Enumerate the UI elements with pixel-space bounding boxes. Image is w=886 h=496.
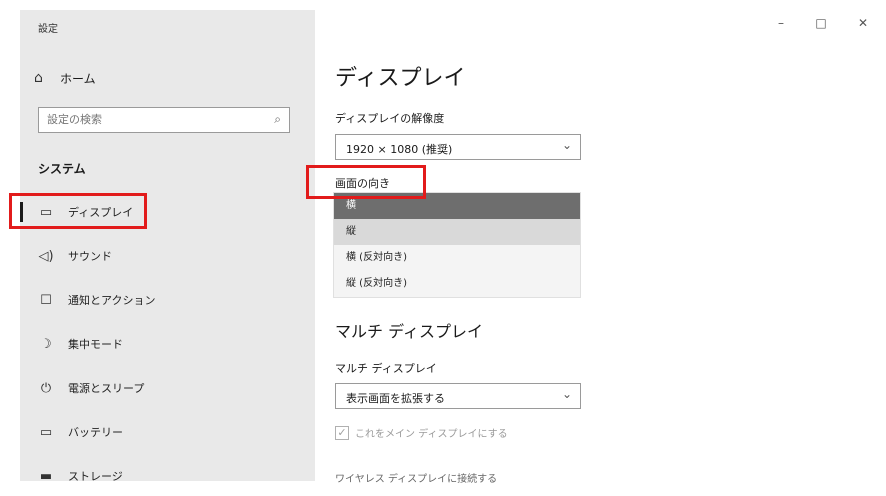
close-button[interactable]: ✕	[848, 16, 878, 30]
chevron-down-icon: ⌄	[561, 387, 572, 401]
sidebar-item-sound[interactable]: ◁) サウンド	[20, 236, 315, 276]
chevron-down-icon: ⌄	[561, 138, 572, 152]
sidebar-item-power[interactable]: ⏻ 電源とスリープ	[20, 368, 315, 408]
power-icon: ⏻	[40, 380, 52, 396]
search-input[interactable]	[47, 113, 247, 126]
wireless-display-link[interactable]: ワイヤレス ディスプレイに接続する	[335, 470, 497, 485]
resolution-select[interactable]: 1920 × 1080 (推奨) ⌄	[335, 134, 581, 160]
home-label: ホーム	[60, 71, 96, 86]
main-content: – □ ✕ ディスプレイ ディスプレイの解像度 1920 × 1080 (推奨)…	[315, 10, 886, 485]
sidebar-item-label: ストレージ	[68, 470, 123, 483]
multi-display-label: マルチ ディスプレイ	[335, 362, 437, 375]
resolution-value: 1920 × 1080 (推奨)	[346, 143, 453, 156]
orientation-option-landscape-flipped[interactable]: 横 (反対向き)	[334, 245, 580, 271]
window-title: 設定	[38, 24, 58, 35]
sidebar: 設定 ⌂ ホーム ⌕ システム ▭ ディスプレイ ◁) サウンド ☐ 通知とアク…	[20, 10, 315, 484]
sidebar-item-battery[interactable]: ▭ バッテリー	[20, 412, 315, 452]
notification-icon: ☐	[40, 292, 52, 308]
sidebar-item-storage[interactable]: ▬ ストレージ	[20, 456, 315, 496]
resolution-label: ディスプレイの解像度	[335, 112, 445, 125]
main-display-checkbox[interactable]: ✓ これをメイン ディスプレイにする	[335, 425, 508, 440]
sidebar-item-notifications[interactable]: ☐ 通知とアクション	[20, 280, 315, 320]
speaker-icon: ◁)	[38, 248, 54, 264]
sidebar-item-focus[interactable]: ☽ 集中モード	[20, 324, 315, 364]
checkmark-icon: ✓	[335, 425, 349, 440]
sidebar-item-label: 通知とアクション	[68, 294, 156, 307]
sidebar-item-label: 電源とスリープ	[68, 382, 145, 395]
multi-display-section-title: マルチ ディスプレイ	[335, 322, 483, 341]
settings-window: 設定 ⌂ ホーム ⌕ システム ▭ ディスプレイ ◁) サウンド ☐ 通知とアク…	[20, 10, 886, 485]
minimize-button[interactable]: –	[766, 16, 796, 30]
sidebar-item-label: 集中モード	[68, 338, 123, 351]
highlight-box-orientation	[306, 165, 426, 199]
search-box[interactable]: ⌕	[38, 107, 290, 133]
sidebar-group-title: システム	[38, 162, 86, 176]
search-icon: ⌕	[274, 112, 281, 126]
battery-icon: ▭	[39, 424, 53, 440]
sidebar-home[interactable]: ⌂ ホーム	[34, 66, 96, 90]
sidebar-item-label: バッテリー	[68, 426, 123, 439]
maximize-button[interactable]: □	[806, 16, 836, 30]
highlight-box-display	[9, 193, 147, 229]
orientation-option-portrait[interactable]: 縦	[334, 219, 580, 245]
storage-icon: ▬	[39, 468, 53, 484]
multi-display-select[interactable]: 表示画面を拡張する ⌄	[335, 383, 581, 409]
orientation-dropdown-list[interactable]: 横 縦 横 (反対向き) 縦 (反対向き)	[333, 192, 581, 298]
multi-display-value: 表示画面を拡張する	[346, 392, 445, 405]
home-icon: ⌂	[34, 70, 43, 86]
orientation-option-portrait-flipped[interactable]: 縦 (反対向き)	[334, 271, 580, 297]
page-title: ディスプレイ	[335, 66, 466, 91]
checkbox-label: これをメイン ディスプレイにする	[355, 429, 508, 440]
moon-icon: ☽	[40, 336, 52, 352]
sidebar-item-label: サウンド	[68, 250, 112, 263]
